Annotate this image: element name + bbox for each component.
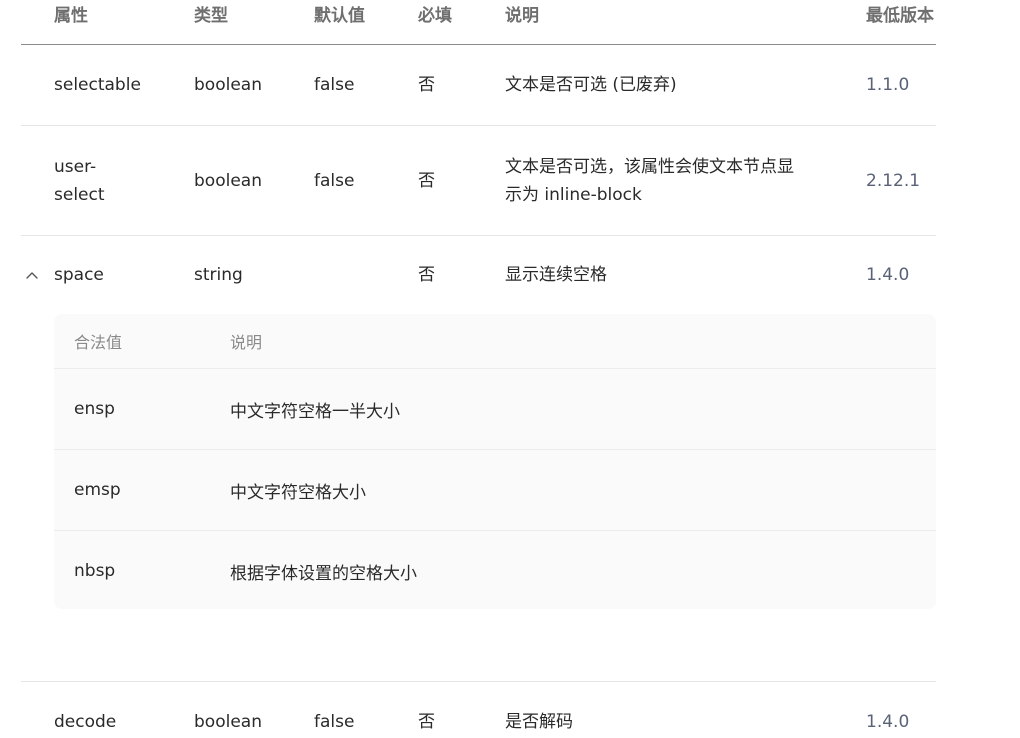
space-value-description: 中文字符空格大小	[230, 482, 366, 503]
prop-required: 否	[418, 265, 435, 285]
chevron-up-icon[interactable]	[21, 236, 43, 314]
prop-name-line: user-	[54, 156, 97, 177]
table-header: 属性 类型 默认值 必填 说明 最低版本	[21, 0, 936, 45]
prop-name: space	[54, 265, 104, 285]
prop-required: 否	[418, 712, 435, 732]
prop-default: false	[314, 170, 355, 191]
space-value: nbsp	[74, 561, 116, 581]
space-value-row: emsp 中文字符空格大小	[54, 450, 936, 531]
space-value-description: 中文字符空格一半大小	[230, 401, 400, 422]
table-row: decode boolean false 否 是否解码 1.4.0	[21, 682, 936, 738]
prop-description: 文本是否可选，该属性会使文本节点显 示为 inline-block	[505, 126, 825, 235]
header-description: 说明	[505, 6, 539, 26]
prop-version: 1.4.0	[866, 712, 910, 732]
properties-table: 属性 类型 默认值 必填 说明 最低版本 selectable boolean …	[21, 0, 936, 738]
prop-description-line: 示为 inline-block	[505, 184, 642, 205]
table-row: selectable boolean false 否 文本是否可选 (已废弃) …	[21, 45, 936, 126]
space-value-row: nbsp 根据字体设置的空格大小	[54, 531, 936, 611]
header-default: 默认值	[314, 6, 365, 26]
header-value-description: 说明	[230, 333, 263, 352]
header-required: 必填	[418, 6, 452, 26]
page: 属性 类型 默认值 必填 说明 最低版本 selectable boolean …	[0, 0, 1020, 738]
header-version: 最低版本	[866, 6, 934, 26]
prop-name: selectable	[54, 75, 141, 95]
space-value-description: 根据字体设置的空格大小	[230, 563, 417, 584]
prop-version: 1.4.0	[866, 265, 910, 285]
header-value: 合法值	[74, 333, 123, 352]
prop-version: 2.12.1	[866, 170, 921, 191]
prop-default: false	[314, 712, 355, 732]
space-values-header: 合法值 说明	[54, 314, 936, 369]
prop-type: boolean	[194, 75, 262, 95]
header-name: 属性	[54, 6, 88, 26]
prop-type: boolean	[194, 170, 262, 191]
prop-required: 否	[418, 75, 435, 95]
prop-name: user- select	[54, 126, 184, 235]
space-value: emsp	[74, 480, 121, 500]
prop-type: string	[194, 265, 243, 285]
prop-name: decode	[54, 712, 117, 732]
prop-name-line: select	[54, 184, 105, 205]
prop-type: boolean	[194, 712, 262, 732]
table-row-expandable[interactable]: space string 否 显示连续空格 1.4.0	[21, 236, 936, 314]
prop-description: 是否解码	[505, 712, 573, 732]
prop-version: 1.1.0	[866, 75, 910, 95]
table-row: user- select boolean false 否 文本是否可选，该属性会…	[21, 126, 936, 236]
prop-description: 显示连续空格	[505, 265, 607, 285]
prop-description-line: 文本是否可选，该属性会使文本节点显	[505, 156, 794, 177]
space-value-row: ensp 中文字符空格一半大小	[54, 369, 936, 450]
prop-description: 文本是否可选 (已废弃)	[505, 75, 677, 95]
prop-required: 否	[418, 170, 435, 191]
prop-default: false	[314, 75, 355, 95]
prop-default	[314, 236, 409, 314]
space-value: ensp	[74, 399, 115, 419]
space-values-table: 合法值 说明 ensp 中文字符空格一半大小 emsp 中文字符空格大小 nbs…	[54, 314, 936, 609]
space-values-panel: 合法值 说明 ensp 中文字符空格一半大小 emsp 中文字符空格大小 nbs…	[21, 314, 936, 682]
header-type: 类型	[194, 6, 228, 26]
